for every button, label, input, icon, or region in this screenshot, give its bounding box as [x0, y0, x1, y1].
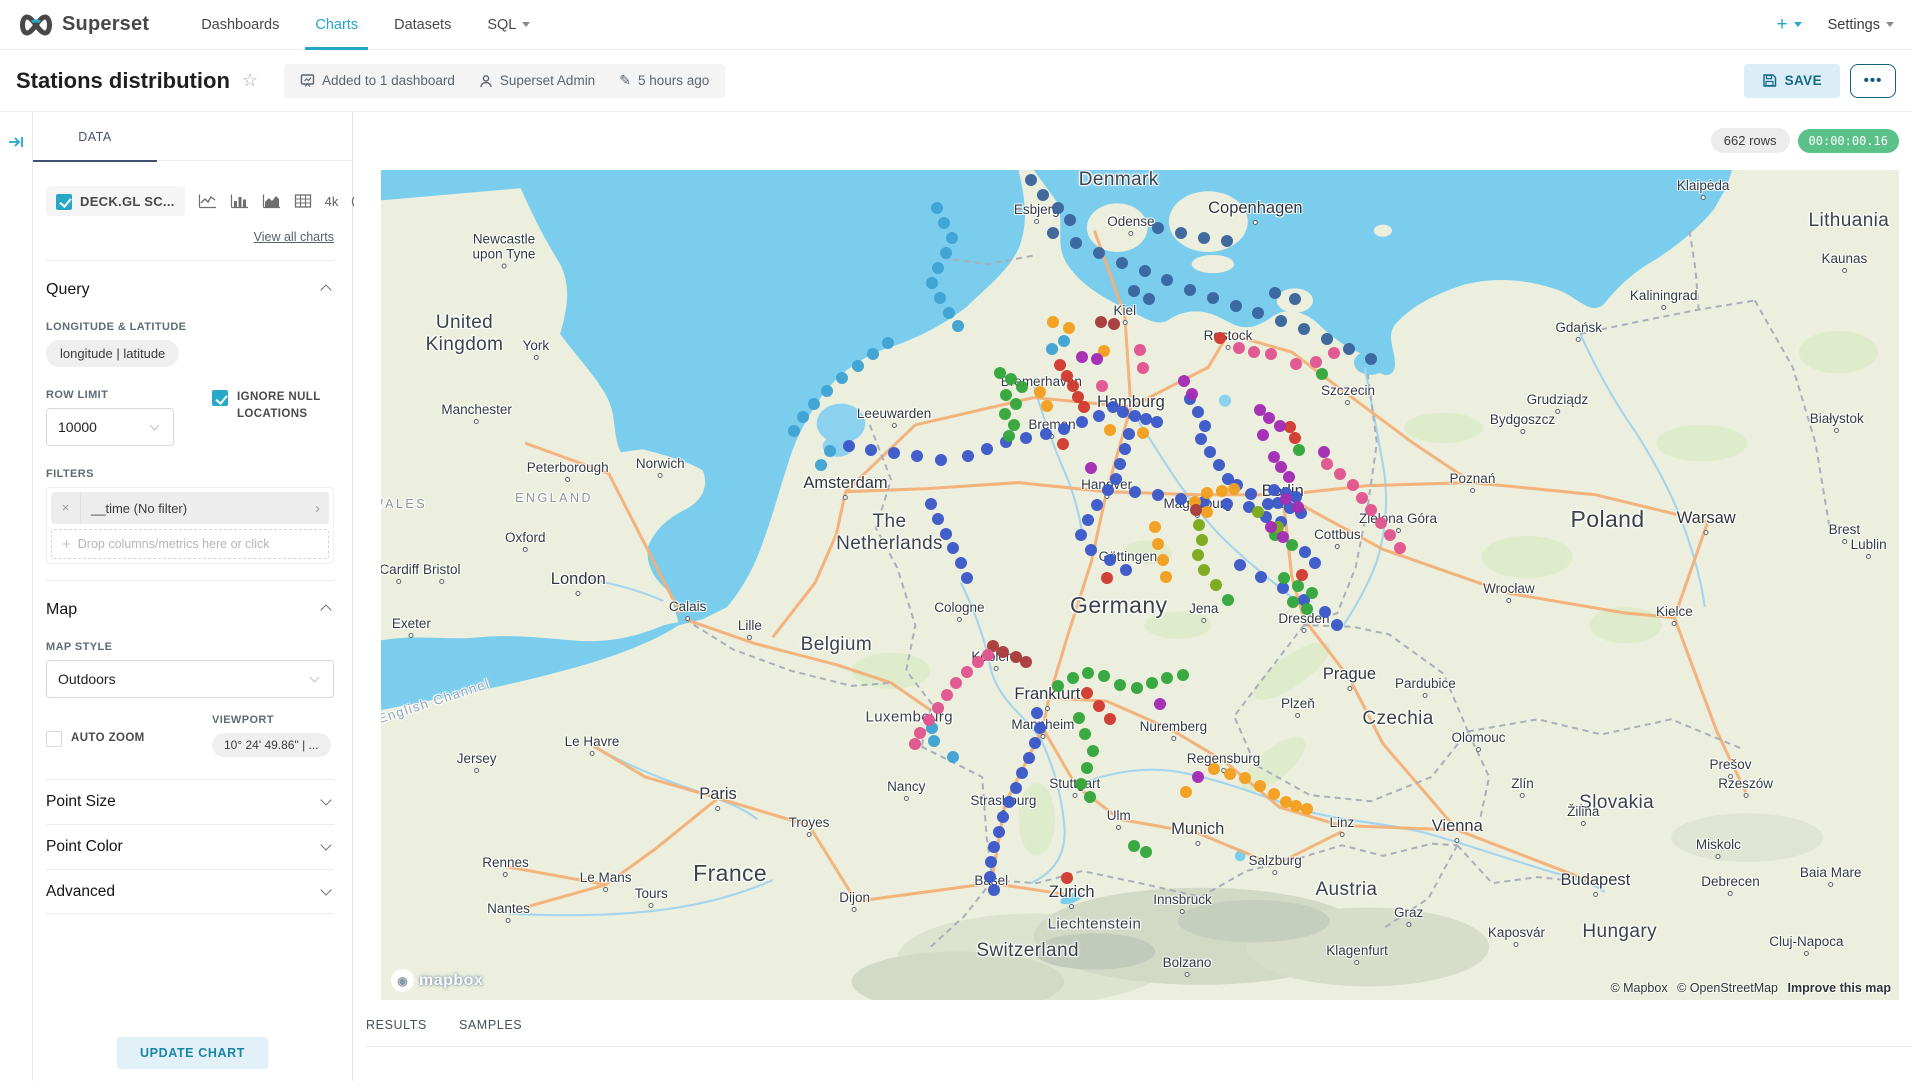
- osm-attribution-link[interactable]: © OpenStreetMap: [1677, 981, 1778, 995]
- viz-checkbox: [56, 194, 72, 210]
- map-section-header[interactable]: Map: [46, 601, 334, 619]
- viewport-value-pill[interactable]: 10° 24' 49.86" | ...: [212, 733, 331, 757]
- page-title: Stations distribution: [16, 68, 230, 94]
- chart-area: 662 rows 00:00:00.16: [354, 112, 1912, 1081]
- bar-chart-icon[interactable]: [230, 193, 249, 209]
- mapbox-logo[interactable]: ◉ mapbox: [391, 969, 483, 992]
- plus-icon: +: [62, 536, 71, 553]
- ignore-null-checkbox[interactable]: [212, 390, 228, 406]
- chevron-up-icon: [320, 284, 331, 295]
- superset-logo[interactable]: Superset: [18, 13, 149, 36]
- row-limit-label: ROW LIMIT: [46, 389, 206, 401]
- viz-type-row: DECK.GL SC... 4k: [46, 186, 334, 216]
- top-nav: Superset Dashboards Charts Datasets SQL …: [0, 0, 1912, 50]
- improve-map-link[interactable]: Improve this map: [1788, 981, 1892, 995]
- infinity-logo-icon: [18, 14, 54, 36]
- row-count-badge: 662 rows: [1711, 128, 1790, 153]
- map-attribution: © Mapbox © OpenStreetMap Improve this ma…: [1610, 981, 1891, 995]
- collapse-panel-icon[interactable]: [7, 134, 25, 155]
- filter-pill-time[interactable]: × __time (No filter) ›: [51, 492, 329, 524]
- view-all-charts-link[interactable]: View all charts: [46, 230, 334, 244]
- results-divider: [366, 1046, 1912, 1047]
- remove-filter-icon[interactable]: ×: [51, 492, 81, 524]
- chevron-down-icon: [320, 794, 331, 805]
- panel-tabbar: DATA: [33, 112, 352, 161]
- tab-data[interactable]: DATA: [33, 112, 157, 161]
- table-icon[interactable]: [294, 193, 312, 209]
- chevron-down-icon: [1794, 22, 1802, 27]
- filters-label: FILTERS: [46, 468, 334, 480]
- last-modified-badge[interactable]: ✎ 5 hours ago: [619, 72, 709, 89]
- update-chart-button[interactable]: UPDATE CHART: [116, 1037, 269, 1069]
- viz-type-label: DECK.GL SC...: [80, 194, 175, 209]
- point-size-section[interactable]: Point Size: [46, 779, 334, 824]
- query-section-header[interactable]: Query: [46, 281, 334, 299]
- dashboard-count-badge[interactable]: Added to 1 dashboard: [300, 73, 455, 88]
- tab-results[interactable]: RESULTS: [366, 1018, 427, 1032]
- chart-meta: Added to 1 dashboard Superset Admin ✎ 5 …: [284, 64, 725, 98]
- chevron-down-icon: [310, 672, 320, 682]
- line-chart-icon[interactable]: [198, 193, 217, 209]
- section-divider: [46, 260, 334, 261]
- person-icon: [479, 74, 493, 88]
- settings-menu[interactable]: Settings: [1828, 17, 1894, 33]
- nav-datasets[interactable]: Datasets: [384, 0, 461, 50]
- pencil-icon: ✎: [619, 72, 631, 89]
- left-rail: [0, 112, 33, 1081]
- floppy-disk-icon: [1762, 73, 1777, 88]
- section-divider: [46, 580, 334, 581]
- mapbox-icon: ◉: [391, 969, 414, 992]
- map-style-label: MAP STYLE: [46, 641, 334, 653]
- chevron-down-icon: [320, 884, 331, 895]
- auto-zoom-checkbox-row[interactable]: AUTO ZOOM: [46, 730, 206, 747]
- viz-type-4k[interactable]: 4k: [325, 194, 339, 209]
- nav-charts[interactable]: Charts: [305, 0, 368, 50]
- chevron-right-icon: ›: [315, 500, 329, 517]
- query-timer-badge: 00:00:00.16: [1798, 129, 1899, 153]
- superset-explore-window: Superset Dashboards Charts Datasets SQL …: [0, 0, 1912, 1081]
- map-style-select[interactable]: Outdoors: [46, 660, 334, 698]
- nav-dashboards[interactable]: Dashboards: [191, 0, 289, 50]
- dashboard-icon: [300, 73, 315, 88]
- advanced-section[interactable]: Advanced: [46, 869, 334, 914]
- chevron-up-icon: [320, 604, 331, 615]
- data-panel: DATA DECK.GL SC... 4k View all charts Qu…: [33, 112, 353, 1081]
- chevron-down-icon: [150, 420, 160, 430]
- filters-box: × __time (No filter) › + Drop columns/me…: [46, 487, 334, 564]
- viz-type-selected[interactable]: DECK.GL SC...: [46, 186, 185, 216]
- map-canvas[interactable]: United KingdomDenmarkLithuaniaThe Nether…: [381, 170, 1899, 1000]
- viewport-label: VIEWPORT: [212, 714, 334, 726]
- more-options-button[interactable]: •••: [1850, 64, 1896, 98]
- chevron-down-icon: [320, 839, 331, 850]
- brand-name: Superset: [62, 13, 149, 36]
- chevron-down-icon: [522, 22, 530, 27]
- lon-lat-value-pill[interactable]: longitude | latitude: [46, 340, 179, 367]
- ignore-null-checkbox-row[interactable]: IGNORE NULL LOCATIONS: [212, 389, 334, 422]
- row-limit-select[interactable]: 10000: [46, 408, 174, 446]
- chevron-down-icon: [1886, 22, 1894, 27]
- chart-header: Stations distribution ☆ Added to 1 dashb…: [0, 50, 1912, 112]
- area-chart-icon[interactable]: [262, 193, 281, 209]
- lon-lat-label: LONGITUDE & LATITUDE: [46, 321, 334, 333]
- mapbox-attribution-link[interactable]: © Mapbox: [1610, 981, 1667, 995]
- favorite-star-icon[interactable]: ☆: [242, 70, 258, 91]
- point-color-section[interactable]: Point Color: [46, 824, 334, 869]
- nav-sql[interactable]: SQL: [477, 0, 540, 50]
- owner-badge[interactable]: Superset Admin: [479, 73, 595, 88]
- auto-zoom-checkbox[interactable]: [46, 731, 62, 747]
- filter-drop-zone[interactable]: + Drop columns/metrics here or click: [51, 529, 329, 559]
- new-item-button[interactable]: +: [1776, 14, 1801, 36]
- tab-samples[interactable]: SAMPLES: [459, 1018, 522, 1032]
- save-button[interactable]: SAVE: [1744, 64, 1840, 98]
- results-panel: RESULTS SAMPLES: [366, 1018, 1912, 1047]
- map-background: [381, 170, 1899, 1000]
